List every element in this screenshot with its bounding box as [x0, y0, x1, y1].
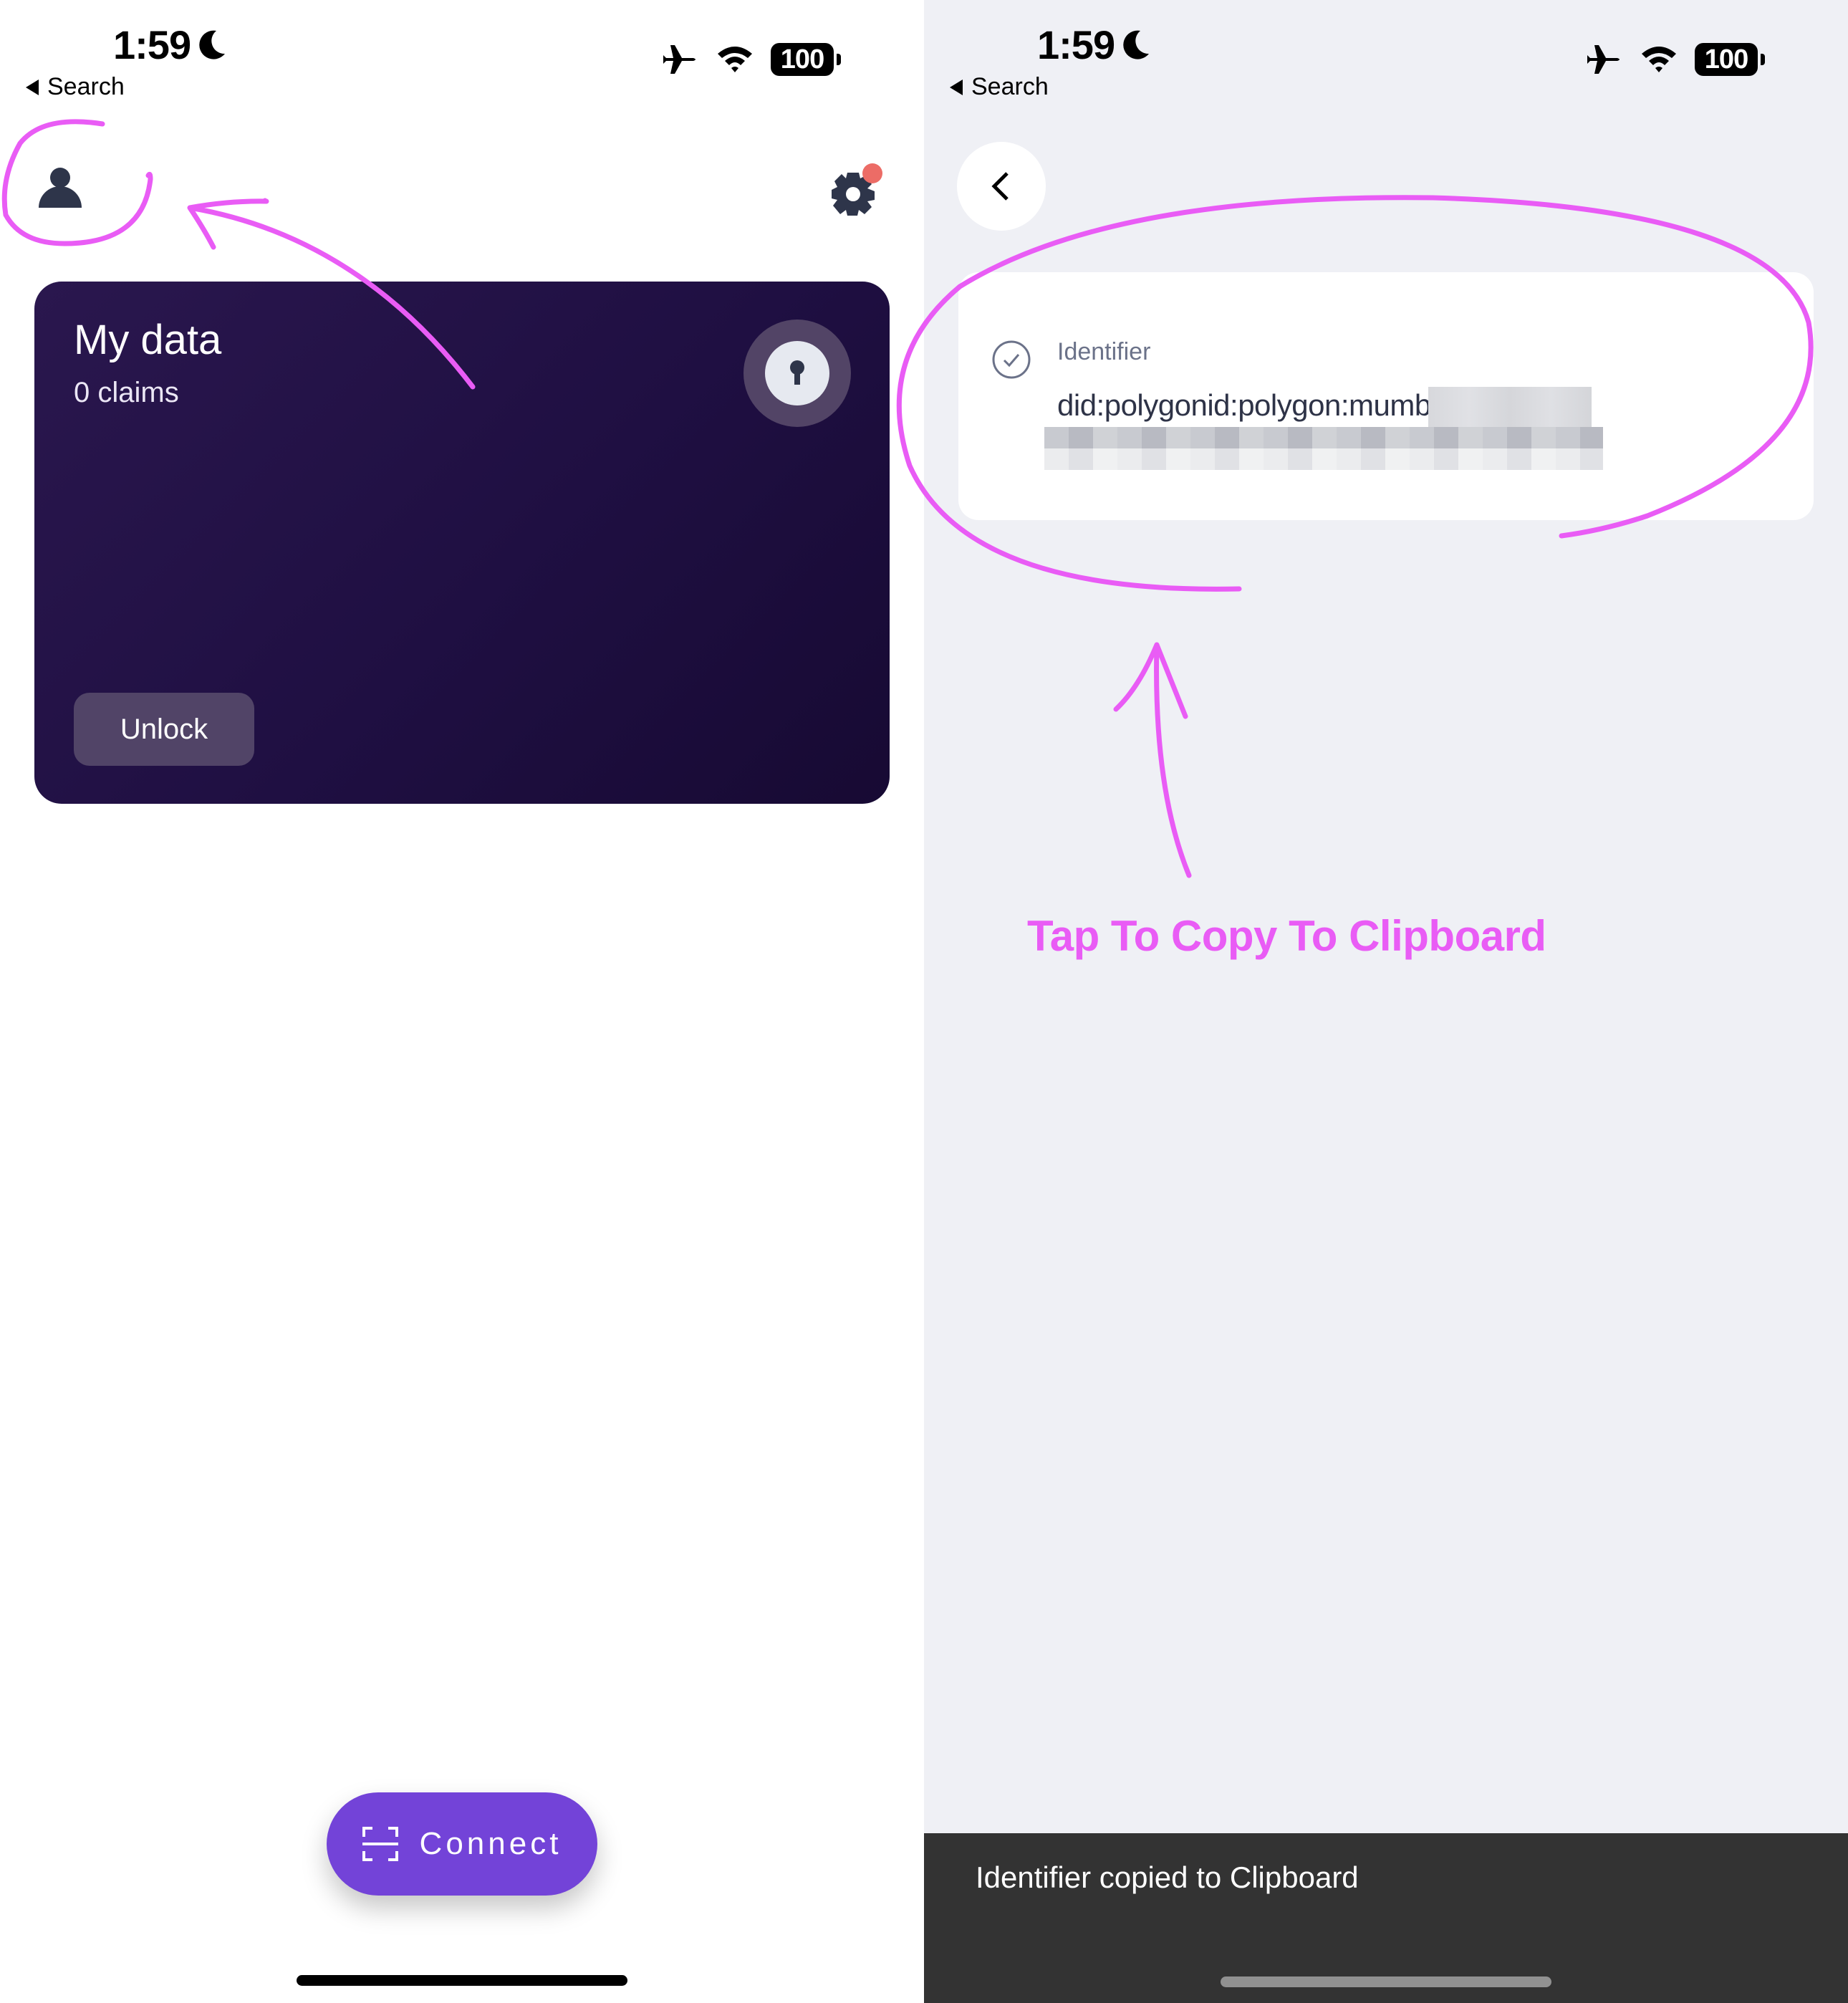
- claims-count: 0 claims: [74, 377, 179, 408]
- battery-cap: [1761, 54, 1765, 65]
- battery-level: 100: [1704, 44, 1748, 75]
- back-app-label: Search: [971, 73, 1049, 100]
- status-time: 1:59: [113, 21, 226, 68]
- battery-cap: [837, 54, 841, 65]
- moon-icon: [1123, 30, 1150, 59]
- identifier-label: Identifier: [1057, 338, 1151, 365]
- identifier-card[interactable]: Identifier did:polygonid:polygon:mumbai:…: [958, 272, 1814, 520]
- card-title: My data: [74, 317, 222, 363]
- chevron-left-icon: [991, 172, 1009, 201]
- profile-button[interactable]: [36, 163, 85, 212]
- wifi-icon: [718, 47, 752, 72]
- notification-dot: [862, 163, 882, 183]
- home-screen: 1:59 Search 100 My data 0 claims Unlock …: [0, 0, 924, 2003]
- time-text: 1:59: [113, 22, 191, 67]
- person-icon: [39, 168, 82, 208]
- snackbar: Identifier copied to Clipboard: [924, 1833, 1848, 2003]
- annotation-caption: Tap To Copy To Clipboard: [1027, 912, 1546, 960]
- wifi-icon: [1642, 47, 1676, 72]
- settings-button[interactable]: [828, 163, 882, 218]
- back-triangle-icon: [950, 79, 963, 95]
- identifier-screen: 1:59 Search 100 Identifier did:polygonid…: [924, 0, 1848, 2003]
- moon-icon: [199, 30, 226, 59]
- status-icons: 100: [662, 43, 841, 76]
- back-triangle-icon: [26, 79, 39, 95]
- back-app-label: Search: [47, 73, 125, 100]
- airplane-icon: [663, 45, 696, 74]
- battery-level: 100: [780, 44, 824, 75]
- connect-label: Connect: [419, 1826, 562, 1861]
- home-indicator[interactable]: [297, 1975, 627, 1986]
- status-time: 1:59: [1037, 21, 1150, 68]
- back-to-search-link[interactable]: Search: [26, 73, 125, 101]
- snackbar-message: Identifier copied to Clipboard: [976, 1860, 1359, 1894]
- check-circle-icon: [992, 340, 1031, 379]
- unlock-button[interactable]: Unlock: [74, 693, 254, 766]
- scan-icon: [362, 1827, 398, 1861]
- home-indicator[interactable]: [1221, 1976, 1551, 1987]
- back-button[interactable]: [957, 142, 1046, 231]
- lock-badge: [743, 320, 851, 427]
- battery-icon: 100: [771, 43, 834, 76]
- identifier-value[interactable]: did:polygonid:polygon:mumbai:2qEsg: [1057, 385, 1759, 426]
- connect-button[interactable]: Connect: [327, 1792, 597, 1896]
- time-text: 1:59: [1037, 22, 1115, 67]
- airplane-icon: [1587, 45, 1620, 74]
- status-icons: 100: [1586, 43, 1765, 76]
- back-to-search-link[interactable]: Search: [950, 73, 1049, 101]
- lock-badge-inner: [765, 341, 829, 405]
- my-data-card[interactable]: My data 0 claims Unlock: [34, 282, 890, 804]
- keyhole-icon: [790, 360, 804, 385]
- battery-icon: 100: [1695, 43, 1758, 76]
